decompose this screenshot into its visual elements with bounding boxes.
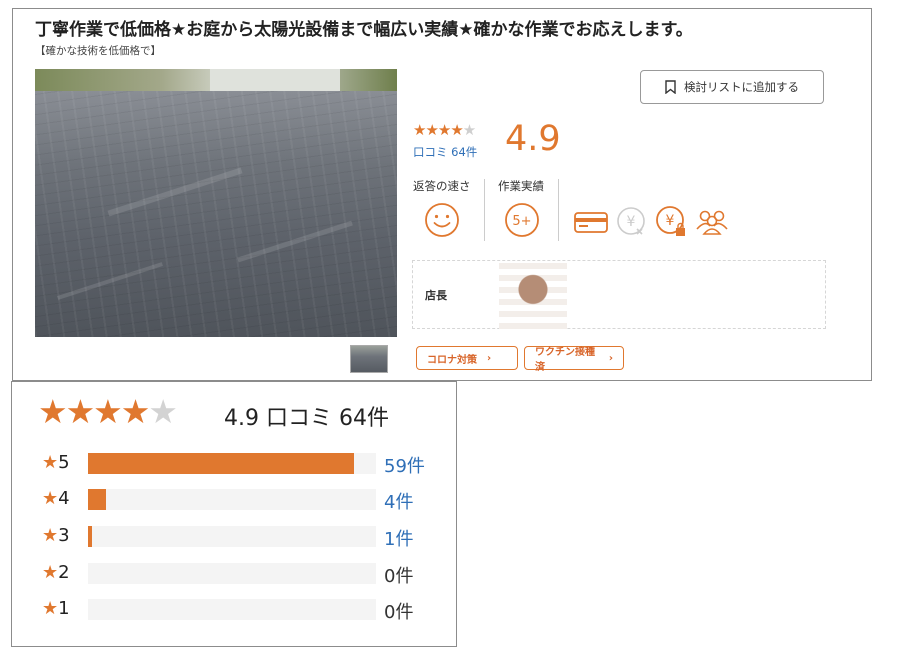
bookmark-icon [665,80,676,94]
main-photo[interactable] [35,69,397,337]
tag-vaccinated[interactable]: ワクチン接種済 › [524,346,624,373]
smiley-icon [425,203,459,237]
reviews-link[interactable]: 口コミ 64件 [413,144,477,160]
star-icon: ★ [42,525,59,546]
add-to-list-button[interactable]: 検討リストに追加する [640,70,824,104]
rating-count: 0件 [384,602,414,623]
photo-thumbnail[interactable] [350,345,388,373]
rating-count-link[interactable]: 1件 [384,525,413,551]
listing-card: 丁寧作業で低価格★お庭から太陽光設備まで幅広い実績★確かな作業でお応えします。 … [12,8,872,381]
rating-row-2: ★2 0件 [42,562,442,587]
rating-summary-reviews: 口コミ 64件 [266,406,389,431]
metrics-divider [484,179,485,241]
metrics-divider [558,179,559,241]
rating-bar-track [88,563,376,584]
credit-card-icon [574,212,608,233]
svg-text:¥: ¥ [666,213,675,229]
rating-count-link[interactable]: 59件 [384,452,425,478]
rating-bar-fill [88,489,106,510]
rating-row-1: ★1 0件 [42,598,442,623]
rating-count: 0件 [384,566,414,587]
listing-title: 丁寧作業で低価格★お庭から太陽光設備まで幅広い実績★確かな作業でお応えします。 [35,20,693,40]
star-icon: ★ [42,488,59,509]
rating-value: 4.9 [505,119,561,159]
star-icon: ★ [42,452,59,473]
add-to-list-label: 検討リストに追加する [684,80,799,94]
rating-bar-track [88,489,376,510]
yen-disabled-icon: ¥ [617,207,645,235]
rating-stars-large: ★★★★★ [38,392,178,431]
rating-bar-fill [88,526,93,547]
response-speed-label: 返答の速さ [413,179,471,193]
star-level-label: 4 [58,488,70,509]
staff-box[interactable]: 店長 [412,260,826,329]
star-level-label: 3 [58,525,70,546]
staff-role: 店長 [425,289,447,302]
chevron-right-icon: › [487,352,492,364]
tag-covid-measures[interactable]: コロナ対策 › [416,346,518,370]
star-level-label: 1 [58,598,70,619]
chevron-right-icon: › [608,352,613,364]
rating-breakdown-card: ★★★★★ 4.9 口コミ 64件 ★5 59件 ★4 4件 ★3 1件 ★2 … [11,381,457,647]
rating-bar-track [88,599,376,620]
yen-lock-icon: ¥ [656,206,685,236]
svg-text:¥: ¥ [627,214,636,230]
rating-bar-track [88,526,376,547]
star-icon: ★ [42,598,59,619]
rating-stars-small: ★★★★★ [413,121,476,139]
star-level-label: 2 [58,562,70,583]
rating-row-5: ★5 59件 [42,452,442,477]
tag-label: コロナ対策 [427,354,477,366]
rating-summary: 4.9 口コミ 64件 [224,400,389,432]
rating-row-3: ★3 1件 [42,525,442,550]
star-icon: ★ [42,562,59,583]
payment-icons: ¥ ¥ [573,205,729,239]
staff-avatar [499,263,567,329]
group-icon [696,210,728,235]
rating-bar-fill [88,453,354,474]
rating-bar-track [88,453,376,474]
work-record-label: 作業実績 [498,179,544,193]
work-record-badge: 5+ [505,203,539,237]
listing-subtitle: 【確かな技術を低価格で】 [35,45,161,57]
svg-text:5+: 5+ [512,214,531,229]
rating-summary-value: 4.9 [224,406,259,431]
rating-count-link[interactable]: 4件 [384,488,413,514]
tag-label: ワクチン接種済 [535,347,595,373]
rating-row-4: ★4 4件 [42,488,442,513]
star-level-label: 5 [58,452,70,473]
